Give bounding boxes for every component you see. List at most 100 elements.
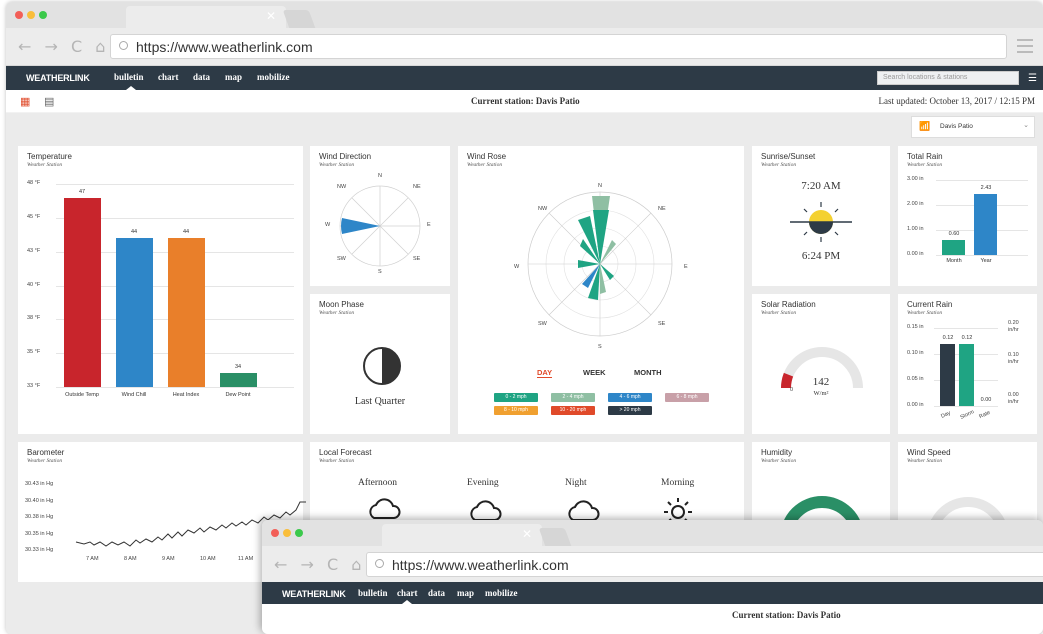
compass-label: W (325, 222, 331, 228)
y-axis-tick: 30.33 in Hg (25, 547, 54, 553)
card-subtitle: Weather Station (319, 310, 355, 316)
card-subtitle: Weather Station (467, 162, 503, 168)
tab-day[interactable]: DAY (537, 368, 553, 378)
moon-phase-card[interactable]: Moon Phase Weather Station Last Quarter (310, 294, 450, 434)
maximize-window-button[interactable] (295, 529, 303, 537)
card-subtitle: Weather Station (319, 458, 355, 464)
nav-chart[interactable]: chart (158, 72, 179, 82)
browser-nav-icons[interactable]: ← → C ⌂ (274, 555, 365, 574)
station-dropdown[interactable]: 📶 Davis Patio ⌄ (911, 116, 1035, 138)
wind-rose-legend-item[interactable]: > 20 mph (608, 406, 652, 415)
y-axis-tick: 30.35 in Hg (25, 530, 54, 537)
search-icon (119, 41, 128, 50)
sunrise-icon (790, 202, 852, 242)
nav-map[interactable]: map (457, 588, 474, 598)
weatherlink-logo[interactable]: WEATHERLINK (282, 589, 346, 599)
gridline (56, 184, 294, 185)
weatherlink-logo[interactable]: WEATHERLINK (26, 73, 90, 83)
url-field[interactable]: https://www.weatherlink.com (366, 552, 1043, 577)
nav-mobilize[interactable]: mobilize (257, 72, 290, 82)
solar-radiation-card[interactable]: Solar Radiation Weather Station 0 142 W/… (752, 294, 890, 434)
maximize-window-button[interactable] (39, 11, 47, 19)
nav-bulletin[interactable]: bulletin (358, 588, 388, 598)
bar-category-label: Day (940, 410, 952, 420)
wind-rose-legend-item[interactable]: 6 - 8 mph (665, 393, 709, 402)
url-field[interactable]: https://www.weatherlink.com (110, 34, 1007, 59)
compass-label: NE (658, 206, 666, 212)
compass-label: W (514, 264, 520, 270)
card-title: Moon Phase (319, 300, 364, 309)
close-window-button[interactable] (15, 11, 23, 19)
nav-data[interactable]: data (428, 588, 445, 598)
card-subtitle: Weather Station (761, 162, 797, 168)
temperature-bar (168, 238, 205, 387)
wind-direction-card[interactable]: Wind Direction Weather Station N NE E SE… (310, 146, 450, 286)
compass-label: N (378, 173, 382, 179)
bar-value-label: 2.43 (980, 185, 992, 192)
wifi-icon: 📶 (919, 121, 931, 131)
bar-category-label: Dew Point (225, 392, 251, 398)
gridline (56, 387, 294, 388)
y-axis-tick: 30.38 in Hg (25, 514, 54, 520)
station-dropdown-value: Davis Patio (940, 123, 973, 130)
document-view-icon[interactable]: ▤ (44, 95, 54, 108)
url-text: https://www.weatherlink.com (136, 39, 313, 55)
minimize-window-button[interactable] (283, 529, 291, 537)
address-bar: ← → C ⌂ https://www.weatherlink.com (6, 28, 1043, 66)
bar-value-label: 34 (234, 364, 242, 371)
menu-icon[interactable] (1017, 39, 1033, 53)
forecast-period-label: Afternoon (358, 478, 398, 488)
close-window-button[interactable] (271, 529, 279, 537)
solar-value: 142 (812, 376, 830, 388)
nav-data[interactable]: data (193, 72, 210, 82)
wind-rose-legend-item[interactable]: 10 - 20 mph (551, 406, 595, 415)
browser-titlebar: ✕ (262, 520, 1043, 546)
card-title: Local Forecast (319, 448, 372, 457)
compass-label: E (684, 264, 688, 270)
temperature-bar (64, 197, 101, 387)
y-axis-tick: 2.00 in (907, 201, 924, 207)
card-subtitle: Weather Station (907, 310, 943, 316)
solar-unit: W/m² (813, 390, 829, 397)
wind-rose-legend-item[interactable]: 4 - 6 mph (608, 393, 652, 402)
nav-bulletin[interactable]: bulletin (114, 72, 144, 82)
nav-map[interactable]: map (225, 72, 242, 82)
wind-rose-legend-item[interactable]: 8 - 10 mph (494, 406, 538, 415)
bar-value-label: 0.12 (961, 334, 973, 341)
new-tab-button[interactable] (538, 528, 572, 546)
browser-nav-icons[interactable]: ← → C ⌂ (18, 37, 109, 56)
card-subtitle: Weather Station (27, 162, 63, 168)
temperature-card[interactable]: Temperature Weather Station 48 °F 45 °F 43… (18, 146, 303, 434)
total-rain-card[interactable]: Total Rain Weather Station 3.00 in 2.00 i… (898, 146, 1037, 286)
nav-mobilize[interactable]: mobilize (485, 588, 518, 598)
list-icon[interactable]: ☰ (1028, 73, 1037, 84)
current-rain-card[interactable]: Current Rain Weather Station 0.15 in 0.10… (898, 294, 1037, 434)
tab-close-icon[interactable]: ✕ (522, 527, 532, 541)
bar-value-label: 0.00 (980, 397, 992, 403)
bar-category-label: Wind Chill (121, 392, 147, 398)
browser-tab[interactable]: ✕ (126, 6, 286, 28)
location-search-input[interactable]: Search locations & stations (877, 71, 1019, 85)
nav-chart[interactable]: chart (397, 588, 418, 598)
bar-value-label: 44 (130, 229, 138, 236)
sunrise-sunset-card[interactable]: Sunrise/Sunset Weather Station 7:20 AM 6… (752, 146, 890, 286)
new-tab-button[interactable] (282, 10, 316, 28)
barometer-card[interactable]: Barometer Weather Station 30.43 in Hg 30.… (18, 442, 306, 582)
tab-month[interactable]: MONTH (634, 368, 662, 377)
compass-label: NW (337, 184, 347, 190)
wind-rose-card[interactable]: Wind Rose Weather Station N NE E SE S SW… (458, 146, 744, 434)
tab-week[interactable]: WEEK (583, 368, 606, 377)
rain-bar (940, 343, 955, 406)
wind-rose-legend-item[interactable]: 2 - 4 mph (551, 393, 595, 402)
grid-view-icon[interactable]: ▦ (20, 95, 30, 108)
compass-label: E (427, 222, 431, 228)
wind-rose-legend-item[interactable]: 0 - 2 mph (494, 393, 538, 402)
card-title: Current Rain (907, 300, 953, 309)
card-subtitle: Weather Station (319, 162, 355, 168)
browser-tab[interactable]: ✕ (382, 524, 542, 546)
tab-close-icon[interactable]: ✕ (266, 9, 276, 23)
bar-category-label: Rate (978, 409, 992, 421)
gridline (934, 406, 998, 407)
minimize-window-button[interactable] (27, 11, 35, 19)
url-text: https://www.weatherlink.com (392, 557, 569, 573)
